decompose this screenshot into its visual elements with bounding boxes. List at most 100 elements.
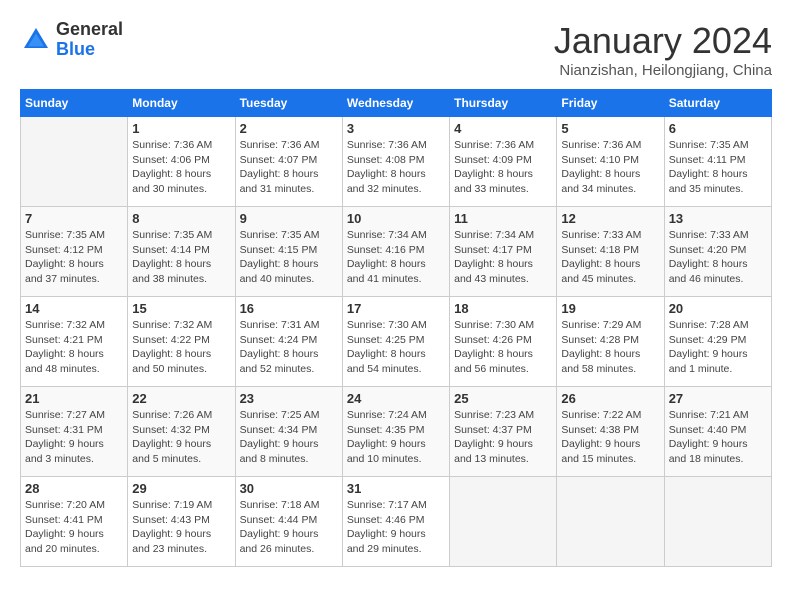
day-info: Sunrise: 7:35 AM Sunset: 4:14 PM Dayligh… bbox=[132, 228, 230, 287]
weekday-header-friday: Friday bbox=[557, 90, 664, 117]
day-number: 27 bbox=[669, 391, 767, 406]
calendar-cell: 11Sunrise: 7:34 AM Sunset: 4:17 PM Dayli… bbox=[450, 207, 557, 297]
calendar-cell: 9 Sunrise: 7:35 AM Sunset: 4:15 PM Daylig… bbox=[235, 207, 342, 297]
calendar-week-5: 28 Sunrise: 7:20 AM Sunset: 4:41 PM Dayli… bbox=[21, 477, 772, 567]
calendar-cell: 18 Sunrise: 7:30 AM Sunset: 4:26 PM Dayli… bbox=[450, 297, 557, 387]
day-info: Sunrise: 7:22 AM Sunset: 4:38 PM Dayligh… bbox=[561, 408, 659, 467]
calendar-cell: 8 Sunrise: 7:35 AM Sunset: 4:14 PM Daylig… bbox=[128, 207, 235, 297]
calendar-week-2: 7Sunrise: 7:35 AM Sunset: 4:12 PM Daylig… bbox=[21, 207, 772, 297]
calendar-cell: 31Sunrise: 7:17 AM Sunset: 4:46 PM Dayli… bbox=[342, 477, 449, 567]
logo-blue: Blue bbox=[56, 40, 123, 60]
calendar-cell: 25Sunrise: 7:23 AM Sunset: 4:37 PM Dayli… bbox=[450, 387, 557, 477]
calendar-cell: 23Sunrise: 7:25 AM Sunset: 4:34 PM Dayli… bbox=[235, 387, 342, 477]
day-number: 16 bbox=[240, 301, 338, 316]
calendar-header: SundayMondayTuesdayWednesdayThursdayFrid… bbox=[21, 90, 772, 117]
day-info: Sunrise: 7:27 AM Sunset: 4:31 PM Dayligh… bbox=[25, 408, 123, 467]
weekday-header-tuesday: Tuesday bbox=[235, 90, 342, 117]
logo-general: General bbox=[56, 20, 123, 40]
weekday-header-sunday: Sunday bbox=[21, 90, 128, 117]
calendar-cell: 6 Sunrise: 7:35 AM Sunset: 4:11 PM Daylig… bbox=[664, 117, 771, 207]
day-number: 17 bbox=[347, 301, 445, 316]
day-info: Sunrise: 7:21 AM Sunset: 4:40 PM Dayligh… bbox=[669, 408, 767, 467]
day-number: 12 bbox=[561, 211, 659, 226]
weekday-header-saturday: Saturday bbox=[664, 90, 771, 117]
calendar-cell: 22Sunrise: 7:26 AM Sunset: 4:32 PM Dayli… bbox=[128, 387, 235, 477]
logo: General Blue bbox=[20, 20, 123, 60]
day-info: Sunrise: 7:32 AM Sunset: 4:21 PM Dayligh… bbox=[25, 318, 123, 377]
calendar-cell bbox=[664, 477, 771, 567]
calendar-cell: 14Sunrise: 7:32 AM Sunset: 4:21 PM Dayli… bbox=[21, 297, 128, 387]
day-number: 20 bbox=[669, 301, 767, 316]
logo-icon bbox=[20, 24, 52, 56]
calendar-cell: 28 Sunrise: 7:20 AM Sunset: 4:41 PM Dayli… bbox=[21, 477, 128, 567]
calendar-cell: 12Sunrise: 7:33 AM Sunset: 4:18 PM Dayli… bbox=[557, 207, 664, 297]
day-number: 15 bbox=[132, 301, 230, 316]
calendar-cell: 17 Sunrise: 7:30 AM Sunset: 4:25 PM Dayli… bbox=[342, 297, 449, 387]
day-info: Sunrise: 7:32 AM Sunset: 4:22 PM Dayligh… bbox=[132, 318, 230, 377]
day-info: Sunrise: 7:30 AM Sunset: 4:26 PM Dayligh… bbox=[454, 318, 552, 377]
day-info: Sunrise: 7:34 AM Sunset: 4:16 PM Dayligh… bbox=[347, 228, 445, 287]
day-info: Sunrise: 7:36 AM Sunset: 4:07 PM Dayligh… bbox=[240, 138, 338, 197]
day-number: 21 bbox=[25, 391, 123, 406]
title-block: January 2024 Nianzishan, Heilongjiang, C… bbox=[554, 20, 772, 79]
calendar-cell: 26Sunrise: 7:22 AM Sunset: 4:38 PM Dayli… bbox=[557, 387, 664, 477]
day-info: Sunrise: 7:20 AM Sunset: 4:41 PM Dayligh… bbox=[25, 498, 123, 557]
day-number: 28 bbox=[25, 481, 123, 496]
day-number: 3 bbox=[347, 121, 445, 136]
weekday-header-thursday: Thursday bbox=[450, 90, 557, 117]
calendar-cell: 1 Sunrise: 7:36 AM Sunset: 4:06 PM Daylig… bbox=[128, 117, 235, 207]
calendar-cell: 16Sunrise: 7:31 AM Sunset: 4:24 PM Dayli… bbox=[235, 297, 342, 387]
calendar-cell: 30Sunrise: 7:18 AM Sunset: 4:44 PM Dayli… bbox=[235, 477, 342, 567]
day-number: 18 bbox=[454, 301, 552, 316]
day-number: 31 bbox=[347, 481, 445, 496]
calendar-cell: 3Sunrise: 7:36 AM Sunset: 4:08 PM Daylig… bbox=[342, 117, 449, 207]
day-number: 4 bbox=[454, 121, 552, 136]
day-number: 5 bbox=[561, 121, 659, 136]
calendar-cell: 15 Sunrise: 7:32 AM Sunset: 4:22 PM Dayli… bbox=[128, 297, 235, 387]
day-number: 13 bbox=[669, 211, 767, 226]
calendar-cell: 19Sunrise: 7:29 AM Sunset: 4:28 PM Dayli… bbox=[557, 297, 664, 387]
day-number: 7 bbox=[25, 211, 123, 226]
calendar-cell: 7Sunrise: 7:35 AM Sunset: 4:12 PM Daylig… bbox=[21, 207, 128, 297]
day-number: 9 bbox=[240, 211, 338, 226]
day-info: Sunrise: 7:36 AM Sunset: 4:09 PM Dayligh… bbox=[454, 138, 552, 197]
calendar-cell: 29 Sunrise: 7:19 AM Sunset: 4:43 PM Dayli… bbox=[128, 477, 235, 567]
day-info: Sunrise: 7:24 AM Sunset: 4:35 PM Dayligh… bbox=[347, 408, 445, 467]
calendar-cell: 24Sunrise: 7:24 AM Sunset: 4:35 PM Dayli… bbox=[342, 387, 449, 477]
day-info: Sunrise: 7:25 AM Sunset: 4:34 PM Dayligh… bbox=[240, 408, 338, 467]
day-info: Sunrise: 7:35 AM Sunset: 4:11 PM Dayligh… bbox=[669, 138, 767, 197]
day-info: Sunrise: 7:34 AM Sunset: 4:17 PM Dayligh… bbox=[454, 228, 552, 287]
day-number: 8 bbox=[132, 211, 230, 226]
day-number: 29 bbox=[132, 481, 230, 496]
day-info: Sunrise: 7:36 AM Sunset: 4:06 PM Dayligh… bbox=[132, 138, 230, 197]
calendar-cell bbox=[557, 477, 664, 567]
calendar-cell bbox=[21, 117, 128, 207]
day-number: 6 bbox=[669, 121, 767, 136]
calendar-cell: 13 Sunrise: 7:33 AM Sunset: 4:20 PM Dayli… bbox=[664, 207, 771, 297]
day-number: 22 bbox=[132, 391, 230, 406]
day-number: 25 bbox=[454, 391, 552, 406]
calendar-cell: 21 Sunrise: 7:27 AM Sunset: 4:31 PM Dayli… bbox=[21, 387, 128, 477]
day-info: Sunrise: 7:36 AM Sunset: 4:10 PM Dayligh… bbox=[561, 138, 659, 197]
day-number: 2 bbox=[240, 121, 338, 136]
calendar-week-1: 1 Sunrise: 7:36 AM Sunset: 4:06 PM Daylig… bbox=[21, 117, 772, 207]
day-info: Sunrise: 7:18 AM Sunset: 4:44 PM Dayligh… bbox=[240, 498, 338, 557]
weekday-header-wednesday: Wednesday bbox=[342, 90, 449, 117]
day-number: 10 bbox=[347, 211, 445, 226]
day-info: Sunrise: 7:35 AM Sunset: 4:15 PM Dayligh… bbox=[240, 228, 338, 287]
calendar-cell: 4 Sunrise: 7:36 AM Sunset: 4:09 PM Daylig… bbox=[450, 117, 557, 207]
calendar-cell: 10 Sunrise: 7:34 AM Sunset: 4:16 PM Dayli… bbox=[342, 207, 449, 297]
day-info: Sunrise: 7:33 AM Sunset: 4:20 PM Dayligh… bbox=[669, 228, 767, 287]
day-number: 1 bbox=[132, 121, 230, 136]
calendar-week-4: 21 Sunrise: 7:27 AM Sunset: 4:31 PM Dayli… bbox=[21, 387, 772, 477]
day-info: Sunrise: 7:30 AM Sunset: 4:25 PM Dayligh… bbox=[347, 318, 445, 377]
logo-text: General Blue bbox=[56, 20, 123, 60]
page-header: General Blue January 2024 Nianzishan, He… bbox=[20, 20, 772, 79]
calendar-cell: 2 Sunrise: 7:36 AM Sunset: 4:07 PM Daylig… bbox=[235, 117, 342, 207]
calendar-cell bbox=[450, 477, 557, 567]
month-title: January 2024 bbox=[554, 20, 772, 62]
day-info: Sunrise: 7:19 AM Sunset: 4:43 PM Dayligh… bbox=[132, 498, 230, 557]
weekday-header-row: SundayMondayTuesdayWednesdayThursdayFrid… bbox=[21, 90, 772, 117]
calendar-cell: 5 Sunrise: 7:36 AM Sunset: 4:10 PM Daylig… bbox=[557, 117, 664, 207]
calendar-cell: 20Sunrise: 7:28 AM Sunset: 4:29 PM Dayli… bbox=[664, 297, 771, 387]
